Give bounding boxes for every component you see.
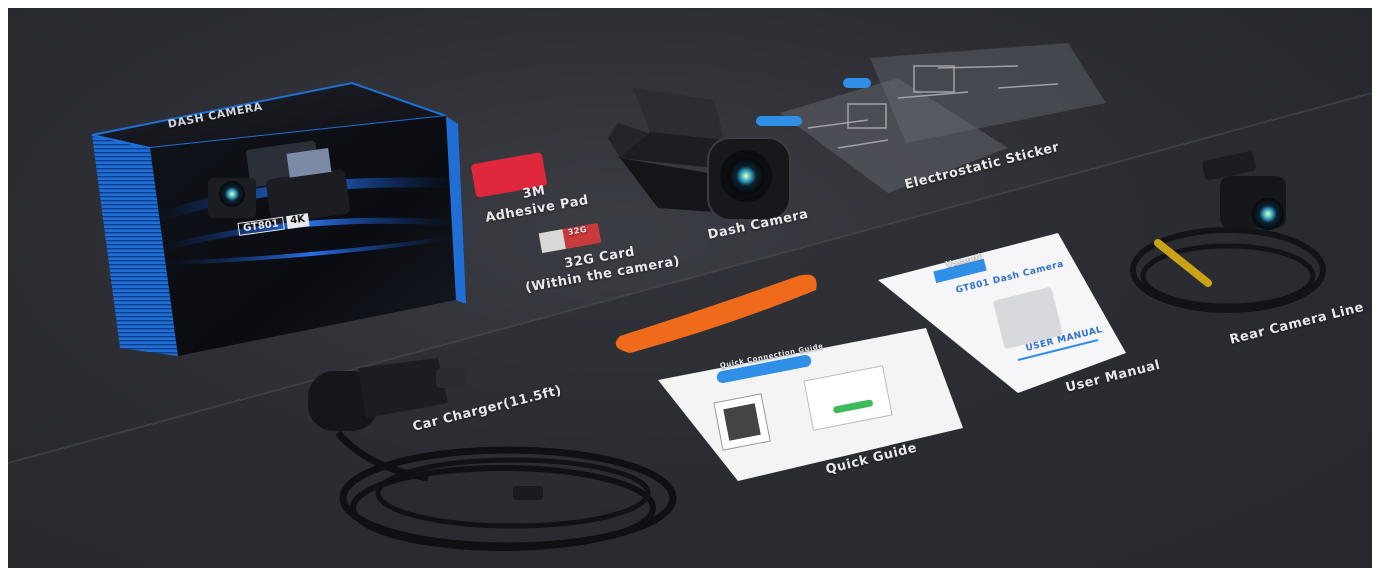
scene-graphics (8, 43, 1372, 568)
dash-camera (608, 88, 791, 221)
product-scene: DASH CAMERA GT801 4K 32G Vsemnt GT801 Da… (8, 8, 1372, 568)
product-photo: DASH CAMERA GT801 4K 32G Vsemnt GT801 Da… (0, 0, 1380, 568)
